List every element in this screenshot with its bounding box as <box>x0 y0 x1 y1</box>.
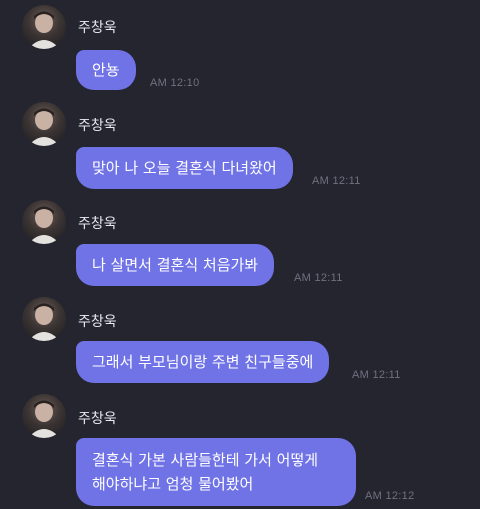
message-bubble[interactable]: 그래서 부모님이랑 주변 친구들중에 <box>76 341 330 383</box>
sender-name: 주창욱 <box>78 314 117 330</box>
message-bubble[interactable]: 나 살면서 결혼식 처음가봐 <box>76 244 275 286</box>
message-time: AM 12:12 <box>365 490 415 502</box>
message-line: 해야하냐고 엄청 물어봤어 <box>92 475 254 493</box>
avatar[interactable] <box>22 102 66 146</box>
profile-photo-icon <box>28 108 60 146</box>
message-bubble[interactable]: 결혼식 가본 사람들한테 가서 어떻게 해야하냐고 엄청 물어봤어 <box>76 438 356 506</box>
message-time: AM 12:11 <box>352 369 401 381</box>
avatar[interactable] <box>22 297 66 341</box>
message-bubble[interactable]: 맞아 나 오늘 결혼식 다녀왔어 <box>76 147 293 189</box>
sender-name: 주창욱 <box>78 118 117 134</box>
avatar[interactable] <box>22 5 66 49</box>
message-line: 결혼식 가본 사람들한테 가서 어떻게 <box>92 451 319 469</box>
profile-photo-icon <box>28 400 60 438</box>
sender-name: 주창욱 <box>78 411 117 427</box>
avatar[interactable] <box>22 200 66 244</box>
profile-photo-icon <box>28 303 60 341</box>
message-time: AM 12:10 <box>150 77 200 89</box>
avatar[interactable] <box>22 394 66 438</box>
profile-photo-icon <box>28 206 60 244</box>
sender-name: 주창욱 <box>78 20 117 36</box>
profile-photo-icon <box>28 11 60 49</box>
message-time: AM 12:11 <box>294 272 343 284</box>
message-time: AM 12:11 <box>312 175 361 187</box>
sender-name: 주창욱 <box>78 216 117 232</box>
message-bubble[interactable]: 안뇽 <box>76 50 136 90</box>
